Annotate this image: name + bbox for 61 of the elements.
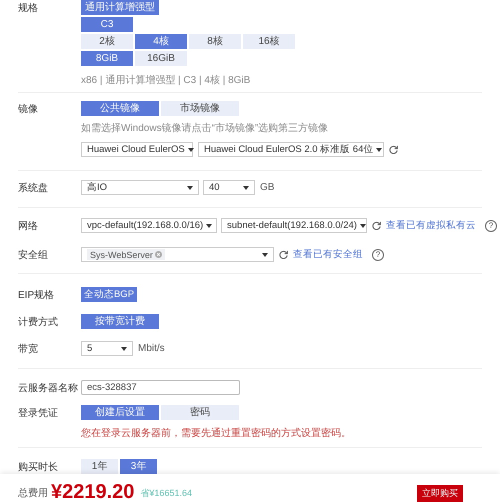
hint-text: 如需选择Windows镜像请点击“市场镜像”选购第三方镜像 — [81, 122, 328, 134]
os-select[interactable]: Huawei Cloud EulerOS — [81, 142, 193, 157]
caret-icon — [206, 224, 212, 228]
option-button[interactable]: 8核 — [189, 34, 241, 49]
help-icon[interactable]: ? — [485, 220, 497, 232]
option-button[interactable]: 8GiB — [81, 51, 133, 66]
field-label: 云服务器名称 — [18, 382, 79, 394]
option-button[interactable]: 创建后设置 — [81, 405, 159, 420]
field-label: 网络 — [18, 220, 39, 232]
field-label: 规格 — [18, 2, 39, 14]
view-vpc-link[interactable]: 查看已有虚拟私有云 — [386, 219, 476, 232]
warning-text: 您在登录云服务器前，需要先通过重置密码的方式设置密码。 — [81, 426, 351, 440]
disk-type-select[interactable]: 高IO — [81, 180, 199, 195]
disk-size-select[interactable]: 40 — [203, 180, 255, 195]
caret-icon — [187, 186, 193, 190]
field-label: EIP规格 — [18, 288, 56, 302]
option-button[interactable]: 按带宽计费 — [81, 314, 159, 329]
spec-summary: x86 | 通用计算增强型 | C3 | 4核 | 8GiB — [81, 74, 250, 86]
option-button[interactable]: 通用计算增强型 — [81, 0, 159, 15]
option-button[interactable]: 3年 — [120, 459, 157, 474]
option-button[interactable]: 4核 — [135, 34, 187, 49]
bandwidth-select[interactable]: 5 — [81, 341, 133, 356]
option-button[interactable]: 密码 — [161, 405, 239, 420]
view-security-group-link[interactable]: 查看已有安全组 — [293, 248, 363, 261]
option-button[interactable]: 公共镜像 — [81, 101, 159, 116]
field-label: 安全组 — [18, 248, 49, 262]
buy-now-button[interactable]: 立即购买 — [417, 484, 463, 502]
option-button[interactable]: 全动态BGP — [81, 287, 137, 302]
caret-icon — [376, 148, 382, 152]
total-label: 总费用 — [18, 486, 48, 500]
option-button[interactable]: 16核 — [243, 34, 295, 49]
help-icon[interactable]: ? — [372, 248, 384, 260]
refresh-icon[interactable] — [372, 221, 381, 230]
subnet-select[interactable]: subnet-default(192.168.0.0/24) — [221, 218, 367, 233]
version-select[interactable]: Huawei Cloud EulerOS 2.0 标准版 64位 — [198, 142, 384, 157]
security-group-tag: Sys-WebServer — [87, 249, 165, 260]
field-label: 计费方式 — [18, 316, 59, 328]
unit-label: Mbit/s — [138, 343, 165, 354]
field-label: 带宽 — [18, 342, 39, 356]
option-button[interactable]: 1年 — [81, 459, 118, 474]
saving-text: 省¥16651.64 — [140, 486, 192, 500]
vpc-select[interactable]: vpc-default(192.168.0.0/16) — [81, 218, 217, 233]
total-price: ¥2219.20 — [51, 481, 134, 503]
caret-icon — [360, 224, 366, 228]
option-button[interactable]: C3 — [81, 17, 133, 32]
refresh-icon[interactable] — [389, 145, 398, 154]
caret-icon — [188, 148, 194, 152]
refresh-icon[interactable] — [279, 250, 288, 259]
option-button[interactable]: 市场镜像 — [161, 101, 239, 116]
field-label: 系统盘 — [18, 182, 49, 194]
caret-icon — [121, 346, 127, 350]
caret-icon — [243, 186, 249, 190]
option-button[interactable]: 2核 — [81, 34, 133, 49]
field-label: 购买时长 — [18, 460, 59, 474]
field-label: 登录凭证 — [18, 406, 59, 420]
server-name-input[interactable]: ecs-328837 — [81, 380, 240, 395]
field-label: 镜像 — [18, 102, 39, 116]
security-group-select[interactable]: Sys-WebServer — [81, 247, 274, 262]
unit-label: GB — [260, 182, 274, 193]
option-button[interactable]: 16GiB — [135, 51, 187, 66]
caret-icon — [262, 252, 268, 256]
